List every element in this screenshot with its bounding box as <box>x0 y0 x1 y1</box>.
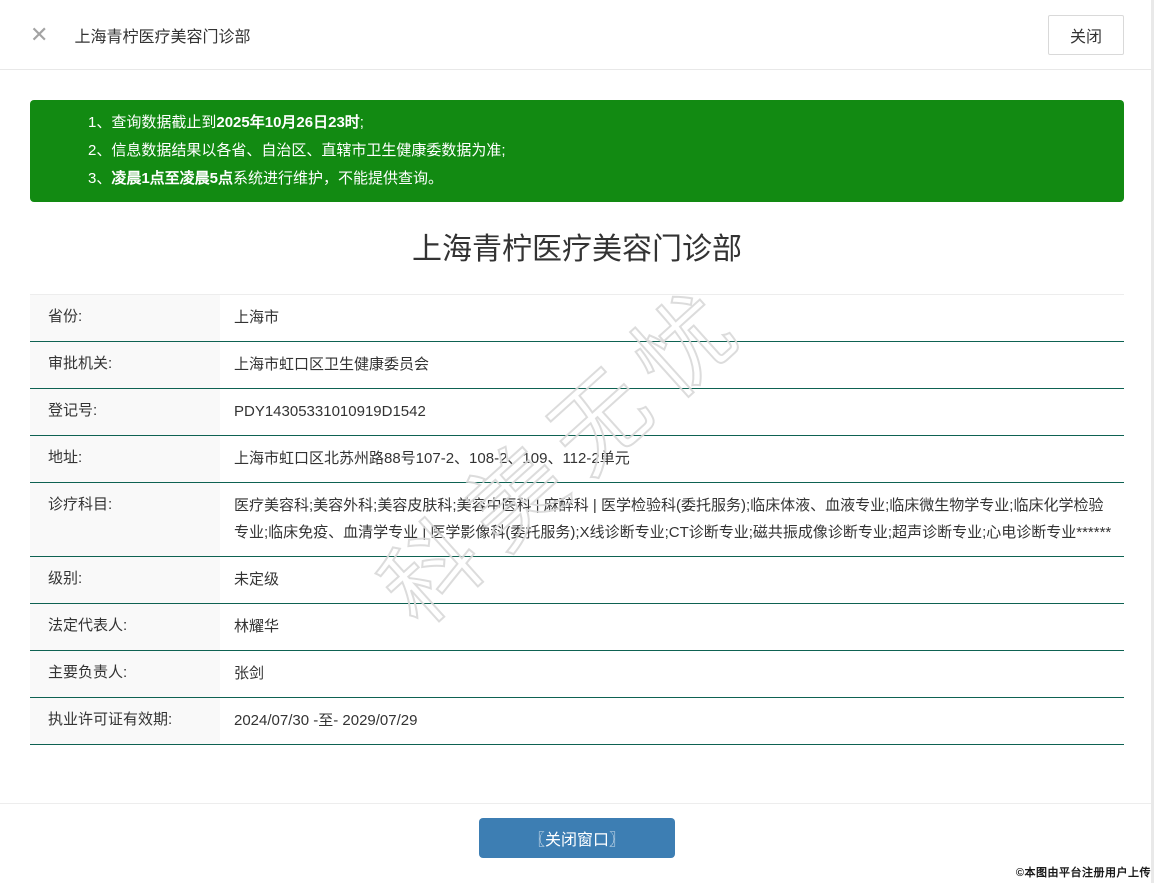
notice-num: 1、 <box>88 114 112 131</box>
notice-text: ; <box>359 114 364 131</box>
window-title: 上海青柠医疗美容门诊部 <box>74 28 251 46</box>
footer-credit: ©本图由平台注册用户上传 <box>1015 867 1151 879</box>
page-title: 上海青柠医疗美容门诊部 <box>412 233 742 266</box>
row-value: 上海市虹口区北苏州路88号107-2、108-2、109、112-2单元 <box>234 450 630 467</box>
row-label: 省份: <box>30 295 220 341</box>
info-table: 省份: 上海市 审批机关: 上海市虹口区卫生健康委员会 登记号: PDY1430… <box>30 294 1124 745</box>
row-label: 主要负责人: <box>30 651 220 697</box>
row-label: 级别: <box>30 557 220 603</box>
row-value: 上海市虹口区卫生健康委员会 <box>234 356 430 373</box>
row-value: 上海市 <box>234 309 280 326</box>
table-row-license-validity: 执业许可证有效期: 2024/07/30 -至- 2029/07/29 <box>30 698 1124 745</box>
row-value: 未定级 <box>234 571 280 588</box>
close-window-button[interactable]: 〖关闭窗口〗 <box>478 818 675 858</box>
notice-num: 2、 <box>88 142 112 159</box>
table-row-medical-subjects: 诊疗科目: 医疗美容科;美容外科;美容皮肤科;美容中医科 | 麻醉科 | 医学检… <box>30 483 1124 557</box>
table-row-legal-representative: 法定代表人: 林耀华 <box>30 604 1124 651</box>
close-button[interactable]: 关闭 <box>1047 14 1124 55</box>
row-label: 地址: <box>30 436 220 482</box>
row-value: 林耀华 <box>234 618 280 635</box>
table-row-level: 级别: 未定级 <box>30 557 1124 604</box>
notice-line-2: 2、信息数据结果以各省、自治区、直辖市卫生健康委数据为准; <box>88 137 1104 165</box>
notice-box: 1、查询数据截止到2025年10月26日23时; 2、信息数据结果以各省、自治区… <box>30 100 1124 202</box>
notice-line-1: 1、查询数据截止到2025年10月26日23时; <box>88 109 1104 137</box>
bottom-bar: 〖关闭窗口〗 <box>0 804 1154 858</box>
notice-text: 查询数据截止到 <box>111 114 217 131</box>
modal-window: ✕ 上海青柠医疗美容门诊部 关闭 1、查询数据截止到2025年10月26日23时… <box>0 0 1154 883</box>
row-label: 法定代表人: <box>30 604 220 650</box>
notice-line-3: 3、凌晨1点至凌晨5点系统进行维护，不能提供查询。 <box>88 165 1104 193</box>
row-value: PDY14305331010919D1542 <box>234 403 426 420</box>
table-row-approval-authority: 审批机关: 上海市虹口区卫生健康委员会 <box>30 342 1124 389</box>
notice-num: 3、 <box>88 170 112 187</box>
notice-bold: 2025年10月26日23时 <box>216 114 360 131</box>
row-label: 登记号: <box>30 389 220 435</box>
table-row-province: 省份: 上海市 <box>30 295 1124 342</box>
row-value: 2024/07/30 -至- 2029/07/29 <box>234 712 418 729</box>
notice-bold: 凌晨1点至凌晨5点 <box>111 170 234 187</box>
row-label: 审批机关: <box>30 342 220 388</box>
row-label: 执业许可证有效期: <box>30 698 220 744</box>
row-value: 医疗美容科;美容外科;美容皮肤科;美容中医科 | 麻醉科 | 医学检验科(委托服… <box>234 497 1112 541</box>
table-row-registration-number: 登记号: PDY14305331010919D1542 <box>30 389 1124 436</box>
table-row-address: 地址: 上海市虹口区北苏州路88号107-2、108-2、109、112-2单元 <box>30 436 1124 483</box>
notice-text: 信息数据结果以各省、自治区、直辖市卫生健康委数据为准; <box>111 142 506 159</box>
row-value: 张剑 <box>234 665 265 682</box>
close-x-icon[interactable]: ✕ <box>30 23 48 46</box>
table-row-principal: 主要负责人: 张剑 <box>30 651 1124 698</box>
notice-text: 系统进行维护，不能提供查询。 <box>233 170 444 187</box>
title-bar: ✕ 上海青柠医疗美容门诊部 关闭 <box>0 0 1154 70</box>
row-label: 诊疗科目: <box>30 483 220 556</box>
